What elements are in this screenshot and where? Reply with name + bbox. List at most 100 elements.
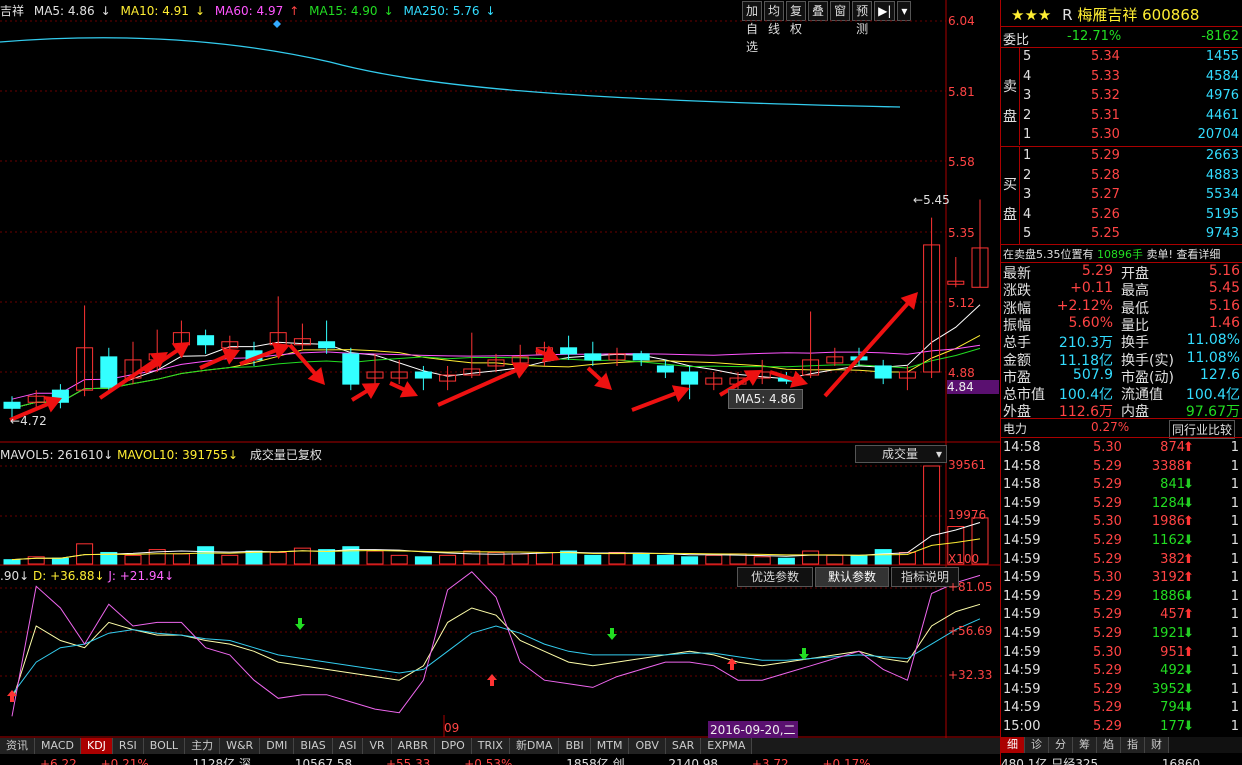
buy-price[interactable]: 5.29 [1091,148,1120,163]
mavol5-label: MAVOL5: 261610 [0,448,104,462]
panel-tab[interactable]: 细 [1001,737,1025,753]
indicator-tab[interactable]: BIAS [294,738,333,754]
volume-bar [414,556,432,565]
buy-price[interactable]: 5.28 [1091,168,1120,183]
annotation-arrow-shape [823,292,918,398]
arrow-up-icon: ⬆ [1183,514,1194,530]
notice-detail-link[interactable]: 查看详细 [1176,248,1220,261]
mavol5-down-icon: ↓ [103,448,118,462]
volume-bar [197,546,215,565]
sz-turnover: 1858亿 [566,757,609,765]
tick-volume: 457 [1160,607,1185,623]
kline-chart-area[interactable]: 吉祥 MA5: 4.86 ↓ MA10: 4.91 ↓ MA60: 4.97 ↑ MA… [0,0,1000,765]
buy-volume: 5534 [1205,187,1239,202]
tick-price: 5.29 [1093,626,1122,641]
quote-value: 5.16 [1208,263,1240,279]
default-params-button[interactable]: 默认参数 [815,567,889,587]
buy-level: 2 [1023,167,1032,183]
panel-tab[interactable]: 筹 [1073,737,1097,753]
cy-label: 创 [612,757,625,765]
buy-level: 3 [1023,187,1032,202]
weicha-value: -8162 [1201,29,1239,44]
buy-price[interactable]: 5.27 [1091,187,1120,202]
indicator-tab[interactable]: ASI [332,738,364,754]
volume-bar [584,554,602,565]
sz-pct: +0.53% [464,757,513,765]
mavol10-down-icon: ↓ [227,448,242,462]
quote-value: +0.11 [1070,280,1113,297]
panel-status-1: 480.1亿 [1001,757,1048,765]
sell-price[interactable]: 5.30 [1091,127,1120,142]
tick-row: 14:59 5.29 1284 ⬇ 1 [1001,496,1242,514]
sell-order-row: 5 5.34 1455 [1001,49,1242,69]
volume-axis-mid: 19976 [948,508,987,522]
tick-volume: 3952 [1151,681,1185,697]
tick-time: 14:58 [1003,477,1041,493]
month-label: 09 [444,721,460,735]
industry-name: 电力 [1003,422,1028,436]
notice-action: 卖单! [1146,248,1173,261]
indicator-tab[interactable]: MTM [590,738,630,754]
panel-tab[interactable]: 分 [1049,737,1073,753]
tick-row: 14:59 5.29 457 ⬆ 1 [1001,607,1242,625]
indicator-tab[interactable]: BOLL [143,738,186,754]
panel-tab[interactable]: 指 [1121,737,1145,753]
indicator-tab[interactable]: MACD [35,738,81,754]
buy-price[interactable]: 5.25 [1091,226,1120,241]
large-order-notice: 在卖盘5.35位置有 10896手 卖单! 查看详细 [1003,246,1220,262]
quote-value: 5.60% [1068,314,1113,331]
indicator-tab[interactable]: VR [363,738,392,754]
sell-order-row: 4 5.33 4584 [1001,69,1242,89]
volume-legend: MAVOL5: 261610↓ MAVOL10: 391755↓ 成交量已复权 [0,446,322,463]
indicator-tab[interactable]: OBV [629,738,666,754]
quote-row: 最新 5.29 开盘 5.16 [1001,263,1242,282]
tick-time: 14:59 [1003,607,1041,623]
kdj-d-line [11,618,981,695]
volume-bar [632,553,650,565]
kdj-j-down-icon: ↓ [164,569,175,583]
indicator-tab[interactable]: BBI [559,738,591,754]
kdj-k-line [11,603,981,703]
indicator-tab[interactable]: TRIX [471,738,510,754]
tick-row: 14:59 5.29 794 ⬇ 1 [1001,700,1242,718]
panel-tab[interactable]: 焰 [1097,737,1121,753]
tick-count: 1 [1230,458,1239,474]
volume-bar [3,559,21,565]
indicator-tab[interactable]: EXPMA [701,738,753,754]
sell-price[interactable]: 5.33 [1091,69,1120,84]
indicator-tab[interactable]: 新DMA [509,738,560,754]
sell-price[interactable]: 5.34 [1091,49,1120,64]
buy-order-row: 5 5.25 9743 [1001,226,1242,246]
volume-bar [802,550,820,565]
industry-pct: 0.27% [1091,420,1130,434]
tick-count: 1 [1230,700,1239,716]
quote-value: 11.08% [1186,349,1240,366]
indicator-tab[interactable]: SAR [665,738,702,754]
buy-price[interactable]: 5.26 [1091,207,1120,222]
candle-body [681,371,699,385]
sell-price[interactable]: 5.32 [1091,88,1120,103]
indicator-tab[interactable]: RSI [112,738,144,754]
indicator-tab[interactable]: 资讯 [0,738,35,754]
indicator-tab[interactable]: ARBR [391,738,436,754]
quote-row: 市盈 507.9 市盈(动) 127.6 [1001,367,1242,386]
panel-tab[interactable]: 财 [1145,737,1169,753]
volume-bar [463,550,481,565]
volume-selector[interactable]: 成交量 ▾ [855,445,947,463]
indicator-tab[interactable]: DMI [260,738,295,754]
volume-bar [221,554,239,565]
tick-count: 1 [1230,644,1239,660]
tick-volume: 1886 [1151,588,1185,604]
tick-time: 14:59 [1003,663,1041,679]
indicator-tab[interactable]: KDJ [80,738,113,754]
sell-price[interactable]: 5.31 [1091,108,1120,123]
quote-row: 涨跌 +0.11 最高 5.45 [1001,280,1242,299]
quote-value: 11.08% [1186,332,1240,349]
index-change: +6.22 [40,757,77,765]
indicator-tab[interactable]: W&R [220,738,261,754]
tick-time: 14:59 [1003,495,1041,511]
indicator-tab[interactable]: DPO [435,738,472,754]
indicator-tab[interactable]: 主力 [185,738,221,754]
panel-tab[interactable]: 诊 [1025,737,1049,753]
optimal-params-button[interactable]: 优选参数 [737,567,813,587]
